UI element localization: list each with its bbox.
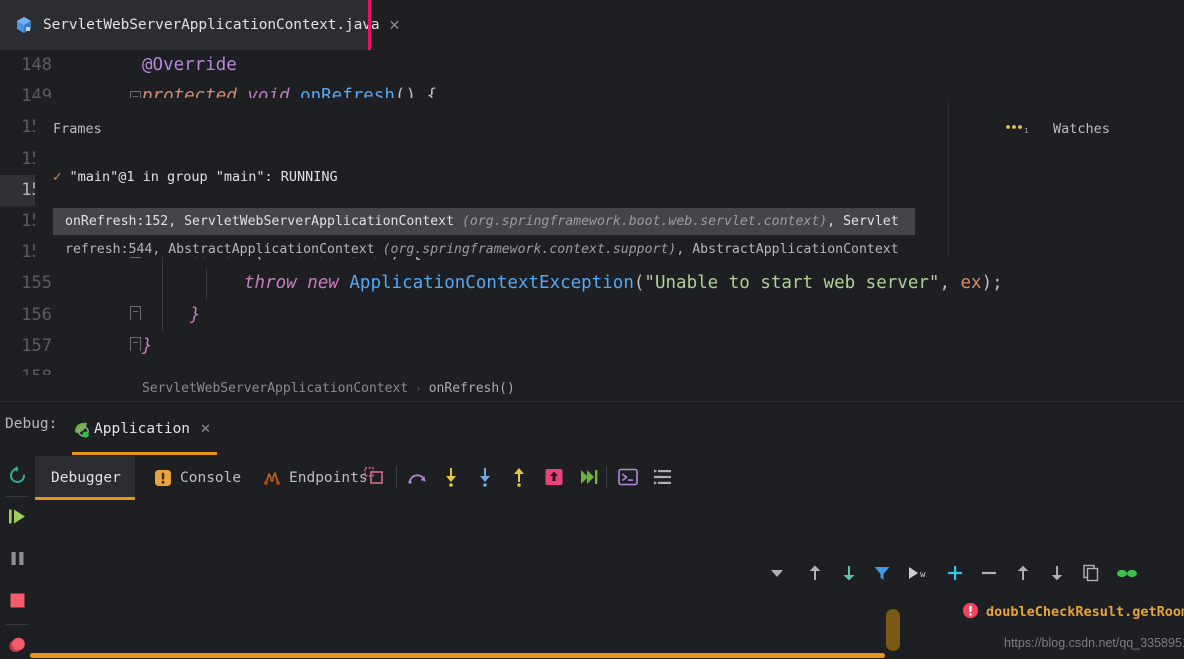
frame-down-button[interactable] <box>839 563 859 583</box>
code-fold-marker[interactable] <box>130 306 141 320</box>
watch-expression: doubleCheckResult.getRoom <box>986 604 1184 620</box>
table-row[interactable]: onRefresh:152, ServletWebServerApplicati… <box>53 208 915 235</box>
chevron-right-icon: › <box>415 382 422 395</box>
tab-active-underline <box>35 497 135 500</box>
code-fold-marker[interactable] <box>130 337 141 351</box>
stack-frame-text: refresh:544, AbstractApplicationContext … <box>65 242 899 257</box>
layout-settings-icon[interactable] <box>363 466 385 488</box>
editor-tab-label: ServletWebServerApplicationContext.java <box>43 17 380 33</box>
keyword-throw: throw <box>244 273 297 293</box>
copy-watch-button[interactable] <box>1081 563 1101 583</box>
stack-frame-method: refresh:544, AbstractApplicationContext <box>65 242 383 257</box>
remove-watch-button[interactable] <box>979 563 999 583</box>
string-literal: "Unable to start web server" <box>644 273 939 293</box>
watches-panel: 1 Watches <box>948 98 1184 257</box>
watermark-text: https://blog.csdn.net/qq_33589510 <box>1004 636 1184 650</box>
svg-text:w: w <box>920 570 926 580</box>
step-over-button[interactable] <box>406 466 428 488</box>
rerun-button[interactable] <box>7 465 28 486</box>
debugger-tab-strip: Debugger Console End <box>35 456 1184 500</box>
keyword-new: new <box>307 273 339 293</box>
code-line: 158 <box>0 362 1184 375</box>
debug-session-tab-application[interactable]: Application ✕ <box>72 402 232 456</box>
class-applicationcontextexception: ApplicationContextException <box>349 273 633 293</box>
code-line: 148 @Override <box>0 50 1184 81</box>
thread-dropdown-button[interactable] <box>767 563 787 583</box>
frames-horizontal-scrollbar[interactable] <box>30 653 885 658</box>
stack-frame-tail: , Servlet <box>827 214 898 229</box>
breadcrumb: ServletWebServerApplicationContext › onR… <box>0 375 1184 401</box>
stack-frame-text: onRefresh:152, ServletWebServerApplicati… <box>65 214 899 229</box>
close-icon[interactable]: ✕ <box>200 421 211 437</box>
code-text: } <box>190 300 201 331</box>
stack-frame-package: (org.springframework.boot.web.servlet.co… <box>462 214 827 229</box>
checkmark-icon: ✓ <box>53 169 61 185</box>
editor-tab-servletwebserverapplicationcontext[interactable]: ServletWebServerApplicationContext.java … <box>0 0 371 50</box>
move-watch-down-button[interactable] <box>1047 563 1067 583</box>
frame-up-button[interactable] <box>805 563 825 583</box>
table-row[interactable]: refresh:544, AbstractApplicationContext … <box>53 236 915 263</box>
step-out-button[interactable] <box>508 466 530 488</box>
list-item[interactable]: doubleCheckResult.getRoom <box>962 600 1184 624</box>
stack-frame-tail: , AbstractApplicationContext <box>676 242 898 257</box>
add-watch-button[interactable] <box>945 563 965 583</box>
watches-title: Watches <box>1053 121 1110 137</box>
code-text: } <box>142 331 153 362</box>
drop-frame-button[interactable] <box>543 466 565 488</box>
line-number: 155 <box>0 268 52 299</box>
code-line: 155 throw new ApplicationContextExceptio… <box>0 268 1184 299</box>
glasses-icon[interactable] <box>1115 563 1135 583</box>
frames-title: Frames <box>53 121 102 137</box>
debug-label: Debug: <box>5 416 57 432</box>
frames-vertical-scrollbar[interactable] <box>886 609 900 651</box>
line-number: 158 <box>0 362 52 375</box>
stack-frame-method: onRefresh:152, ServletWebServerApplicati… <box>65 214 462 229</box>
code-line: 157 } <box>0 331 1184 362</box>
breadcrumb-method[interactable]: onRefresh() <box>429 381 515 396</box>
tab-console-label: Console <box>180 470 241 486</box>
tab-endpoints-label: Endpoints <box>289 470 368 486</box>
code-text: throw new ApplicationContextException("U… <box>244 268 1003 299</box>
code-text: @Override <box>142 50 237 81</box>
tab-console[interactable]: Console <box>138 456 257 500</box>
debug-run-controls <box>0 456 35 659</box>
line-number: 157 <box>0 331 52 362</box>
thread-label: "main"@1 in group "main": RUNNING <box>69 169 337 185</box>
java-class-icon <box>14 15 34 35</box>
tab-accent-bar <box>368 0 371 50</box>
filter-frames-button[interactable] <box>872 563 892 583</box>
debug-session-label: Application <box>94 421 190 437</box>
tab-debugger-label: Debugger <box>51 470 121 486</box>
svg-text:1: 1 <box>1024 127 1028 135</box>
breadcrumb-class[interactable]: ServletWebServerApplicationContext <box>142 381 408 396</box>
resume-button[interactable] <box>7 506 28 527</box>
arg-ex: ex <box>961 273 982 293</box>
code-line: 156 } <box>0 300 1184 331</box>
stack-frame-package: (org.springframework.context.support) <box>383 242 677 257</box>
endpoints-icon <box>263 469 281 487</box>
more-options-icon[interactable]: 1 <box>1004 120 1032 140</box>
debug-header: Debug: Application ✕ <box>0 402 1184 456</box>
debugger-settings-button[interactable] <box>652 466 674 488</box>
force-step-into-button[interactable] <box>474 466 496 488</box>
warning-badge-icon <box>154 469 172 487</box>
frames-panel: Frames ✓ "main"@1 in group "main": RUNNI… <box>35 98 948 257</box>
error-icon <box>962 602 979 623</box>
pause-button[interactable] <box>7 548 28 569</box>
thread-row[interactable]: ✓ "main"@1 in group "main": RUNNING <box>53 166 753 188</box>
line-number: 148 <box>0 50 52 81</box>
evaluate-expression-button[interactable] <box>617 466 639 488</box>
run-to-cursor-button[interactable] <box>578 466 600 488</box>
mute-breakpoints-button[interactable] <box>7 634 28 655</box>
stop-button[interactable] <box>7 590 28 611</box>
active-session-underline <box>72 452 217 455</box>
editor-tab-bar: ServletWebServerApplicationContext.java … <box>0 0 1184 50</box>
line-number: 156 <box>0 300 52 331</box>
watch-run-button[interactable]: w <box>906 563 926 583</box>
close-icon[interactable]: ✕ <box>389 17 401 34</box>
step-into-button[interactable] <box>440 466 462 488</box>
move-watch-up-button[interactable] <box>1013 563 1033 583</box>
spring-boot-run-icon <box>72 420 91 439</box>
tab-debugger[interactable]: Debugger <box>35 456 135 500</box>
